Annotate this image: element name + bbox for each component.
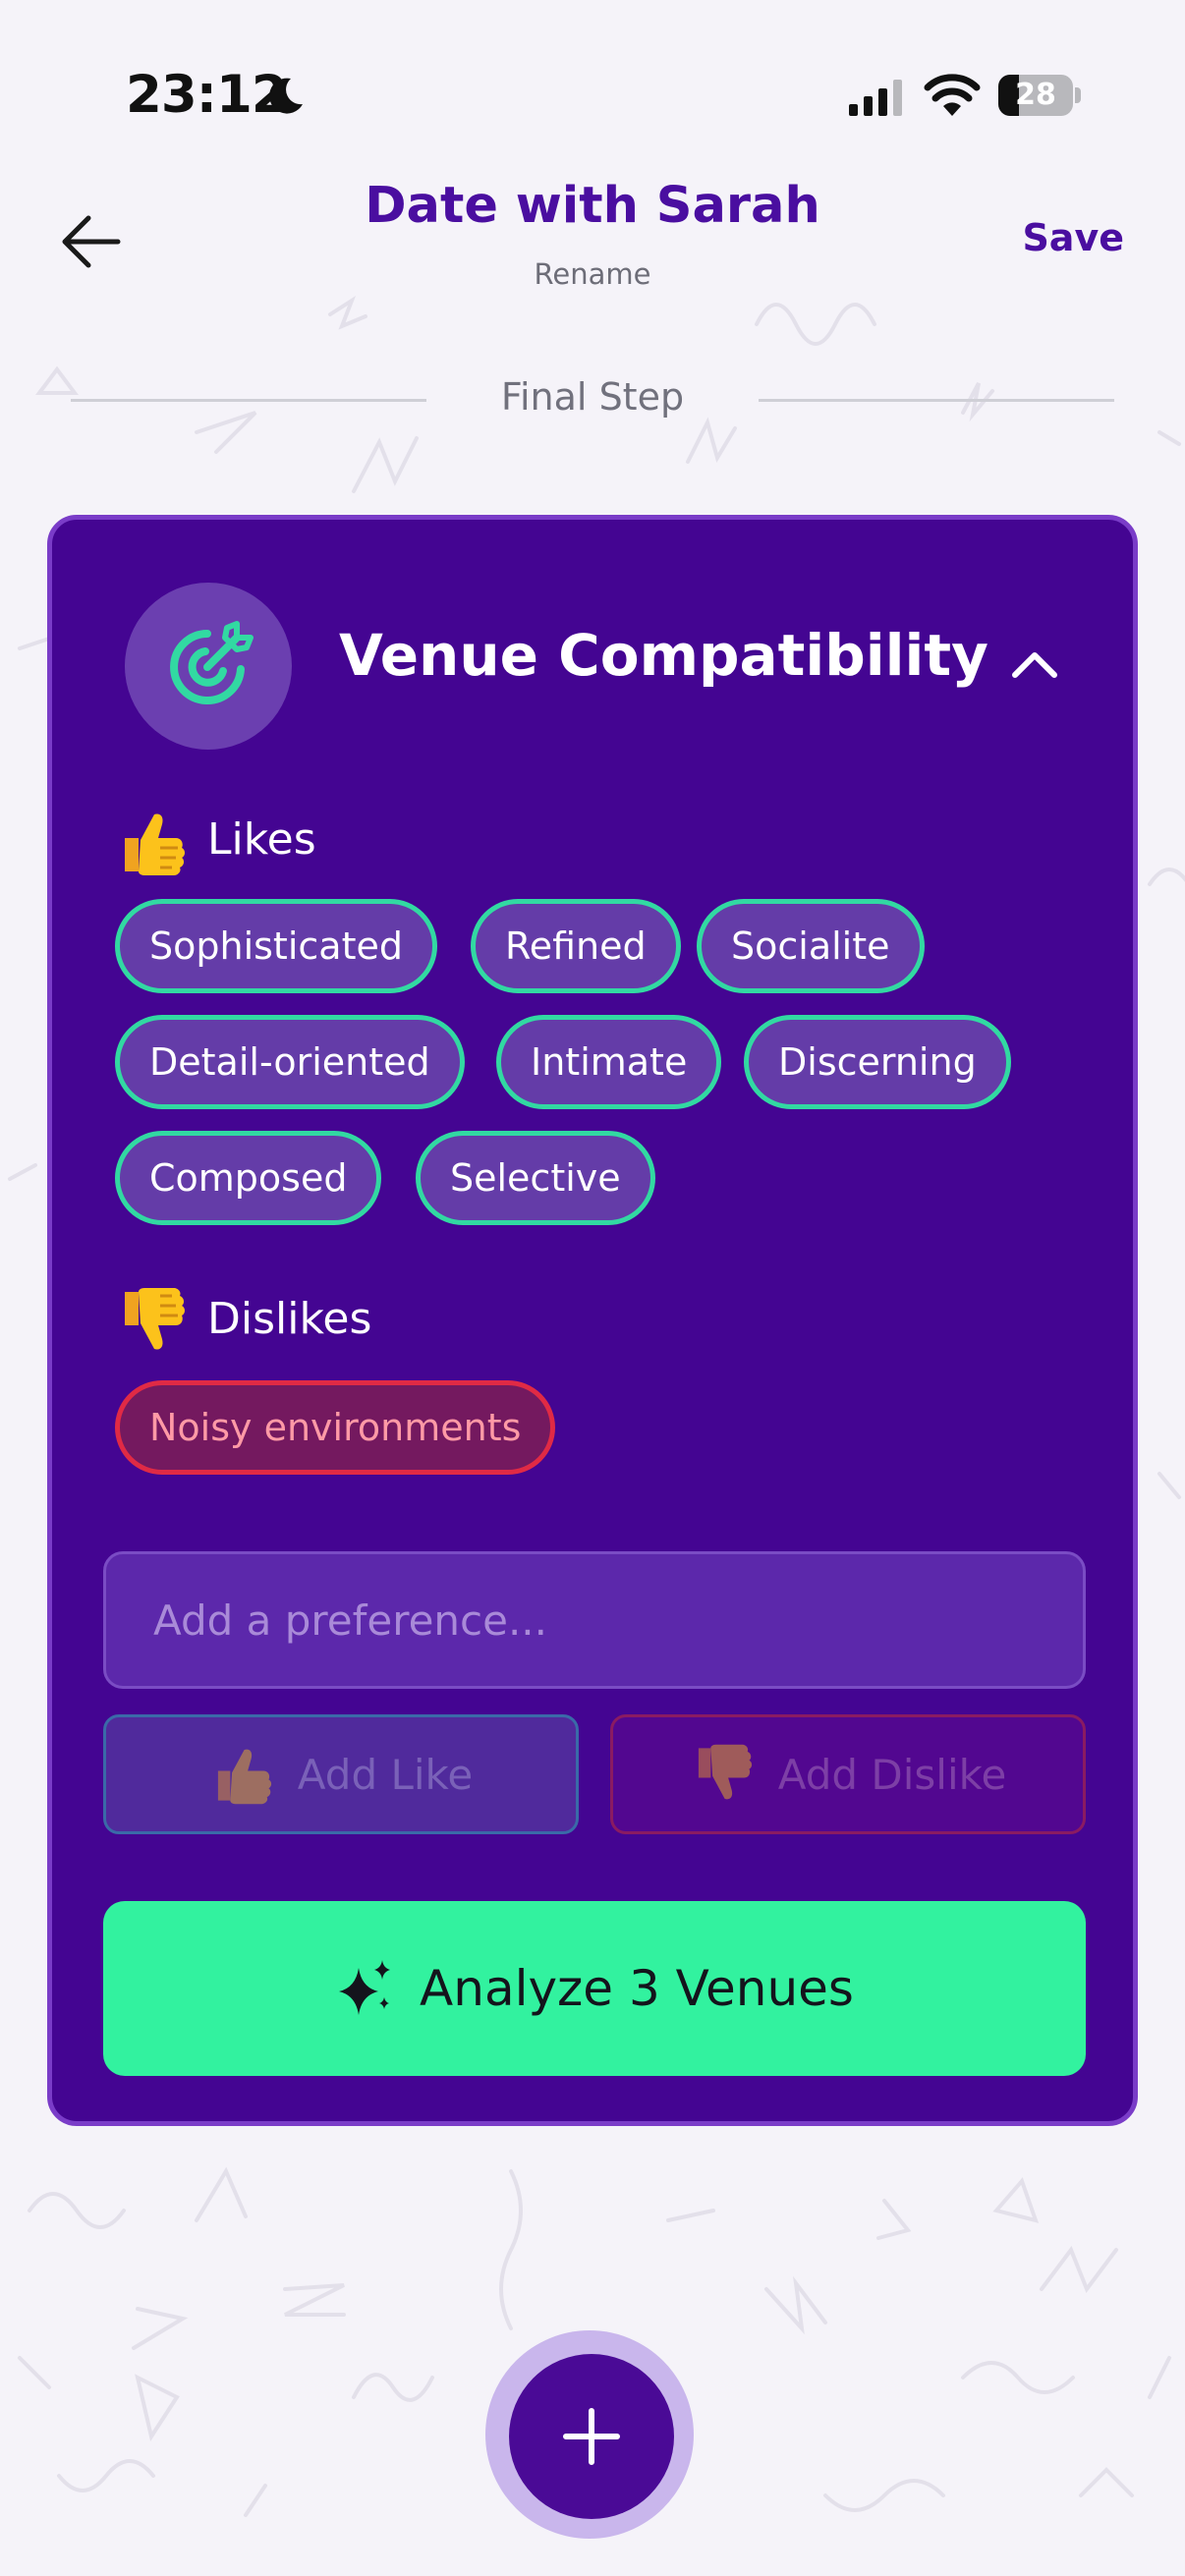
step-divider-right: [759, 399, 1114, 402]
thumbs-down-icon: [125, 1288, 185, 1350]
add-like-button[interactable]: Add Like: [103, 1714, 579, 1834]
screen: 23:12 28 Date with Sarah Rename Save Fin…: [0, 0, 1185, 2576]
wifi-icon: [924, 74, 981, 116]
like-chip[interactable]: Selective: [416, 1131, 655, 1225]
save-button[interactable]: Save: [1022, 216, 1124, 259]
thumbs-up-icon: [217, 1749, 271, 1805]
add-dislike-label: Add Dislike: [777, 1750, 1007, 1799]
add-dislike-button[interactable]: Add Dislike: [610, 1714, 1086, 1834]
likes-label: Likes: [207, 814, 316, 865]
like-chip[interactable]: Composed: [115, 1131, 382, 1225]
analyze-venues-button[interactable]: Analyze 3 Venues: [103, 1901, 1086, 2076]
rename-link[interactable]: Rename: [0, 257, 1185, 291]
like-chip[interactable]: Discerning: [744, 1015, 1011, 1109]
target-icon: [170, 621, 254, 704]
page-title: Date with Sarah: [365, 177, 820, 235]
dislikes-label: Dislikes: [207, 1294, 372, 1344]
moon-icon: [269, 78, 303, 114]
venue-compatibility-card: Venue Compatibility Likes Sophisticated …: [47, 515, 1138, 2126]
like-chip[interactable]: Detail-oriented: [115, 1015, 465, 1109]
battery-icon: 28: [998, 75, 1081, 116]
analyze-label: Analyze 3 Venues: [420, 1960, 854, 2017]
add-like-label: Add Like: [297, 1750, 474, 1799]
like-chip[interactable]: Socialite: [697, 899, 925, 993]
chevron-up-icon[interactable]: [1007, 644, 1062, 683]
sparkles-icon: [339, 1960, 391, 2015]
dislike-chip[interactable]: Noisy environments: [115, 1380, 556, 1475]
thumbs-down-icon: [698, 1744, 752, 1800]
like-chip[interactable]: Intimate: [496, 1015, 722, 1109]
status-bar: 23:12 28: [0, 0, 1185, 192]
thumbs-up-icon: [125, 813, 185, 875]
preference-input[interactable]: [103, 1551, 1086, 1689]
like-chip[interactable]: Sophisticated: [115, 899, 437, 993]
step-label: Final Step: [500, 375, 685, 419]
battery-level: 28: [1015, 78, 1056, 112]
like-chip[interactable]: Refined: [471, 899, 681, 993]
card-icon-badge: [125, 583, 292, 750]
signal-icon: [849, 80, 902, 116]
plus-icon: [563, 2408, 620, 2465]
add-fab-button[interactable]: [509, 2354, 674, 2519]
card-title: Venue Compatibility: [339, 622, 988, 689]
